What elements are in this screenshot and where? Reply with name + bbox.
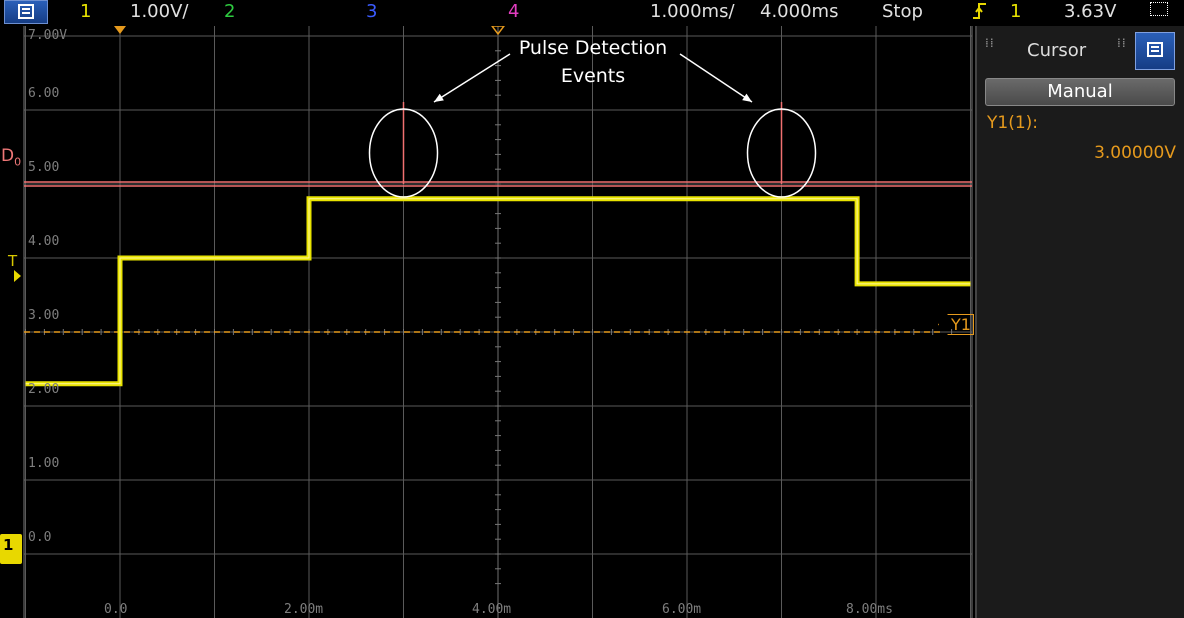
menu-icon xyxy=(1147,42,1163,57)
channel1-indicator[interactable]: 1 xyxy=(80,1,91,23)
selection-box-icon[interactable] xyxy=(1150,2,1168,16)
trigger-level-arrow-icon[interactable] xyxy=(14,270,21,282)
main-menu-button[interactable] xyxy=(4,0,48,24)
top-status-bar: 1 1.00V/ 2 3 4 1.000ms/ 4.000ms Stop 1 3… xyxy=(0,0,1184,26)
volts-per-div[interactable]: 1.00V/ xyxy=(130,1,188,23)
grip-icon[interactable]: ⁞⁞ xyxy=(985,37,994,52)
y-tick-label: 4.00 xyxy=(28,234,60,249)
y-tick-label: 6.00 xyxy=(28,86,60,101)
y-tick-label: 2.00 xyxy=(28,382,60,397)
callout-arrowhead xyxy=(742,93,752,102)
d0-channel-label[interactable]: D0 xyxy=(1,146,21,168)
panel-header: ⁞⁞ Cursor ⁞⁞ xyxy=(977,30,1184,70)
channel2-indicator[interactable]: 2 xyxy=(224,1,235,23)
trigger-position-marker xyxy=(114,26,126,34)
pulse-detection-callout: Pulse Detection Events xyxy=(518,37,668,87)
d0-label-text: D xyxy=(1,146,15,166)
panel-menu-button[interactable] xyxy=(1135,32,1175,70)
cursor-panel: ⁞⁞ Cursor ⁞⁞ Manual Y1(1): 3.00000V xyxy=(975,26,1184,618)
menu-icon xyxy=(18,4,34,19)
cursor-value[interactable]: 3.00000V xyxy=(1094,143,1176,163)
x-tick-label: 6.00m xyxy=(662,602,702,617)
x-tick-label: 4.00m xyxy=(472,602,512,617)
x-tick-label: 0.0 xyxy=(104,602,128,617)
run-state[interactable]: Stop xyxy=(882,1,923,23)
ground-marker-label: 1 xyxy=(3,536,14,554)
callout-arrowhead xyxy=(434,93,444,102)
cursor-mode-button[interactable]: Manual xyxy=(985,78,1175,106)
d0-label-sub: 0 xyxy=(14,155,22,169)
y-tick-label: 1.00 xyxy=(28,456,60,471)
trigger-edge-icon xyxy=(970,0,990,28)
y-tick-label: 5.00 xyxy=(28,160,60,175)
callout-arrow xyxy=(679,53,753,103)
y-tick-label: 3.00 xyxy=(28,308,60,323)
time-per-div[interactable]: 1.000ms/ xyxy=(650,1,735,23)
trigger-channel[interactable]: 1 xyxy=(1010,1,1021,23)
cursor-name: Y1(1): xyxy=(987,113,1039,133)
y-tick-label: 7.00V xyxy=(28,28,68,43)
x-tick-label: 2.00m xyxy=(284,602,324,617)
channel4-indicator[interactable]: 4 xyxy=(508,1,519,23)
panel-title: Cursor xyxy=(1027,40,1087,61)
waveform-plot xyxy=(23,26,973,618)
trigger-level[interactable]: 3.63V xyxy=(1064,1,1116,23)
grip-icon[interactable]: ⁞⁞ xyxy=(1117,37,1126,52)
channel1-ground-marker[interactable]: 1 xyxy=(0,534,22,564)
x-tick-label: 8.00ms xyxy=(846,602,893,617)
time-delay[interactable]: 4.000ms xyxy=(760,1,838,23)
waveform-display[interactable]: 7.00V 6.00 5.00 4.00 3.00 2.00 1.00 0.0 … xyxy=(0,26,975,618)
channel3-indicator[interactable]: 3 xyxy=(366,1,377,23)
trigger-marker-label: T xyxy=(8,252,18,270)
y-tick-label: 0.0 xyxy=(28,530,52,545)
